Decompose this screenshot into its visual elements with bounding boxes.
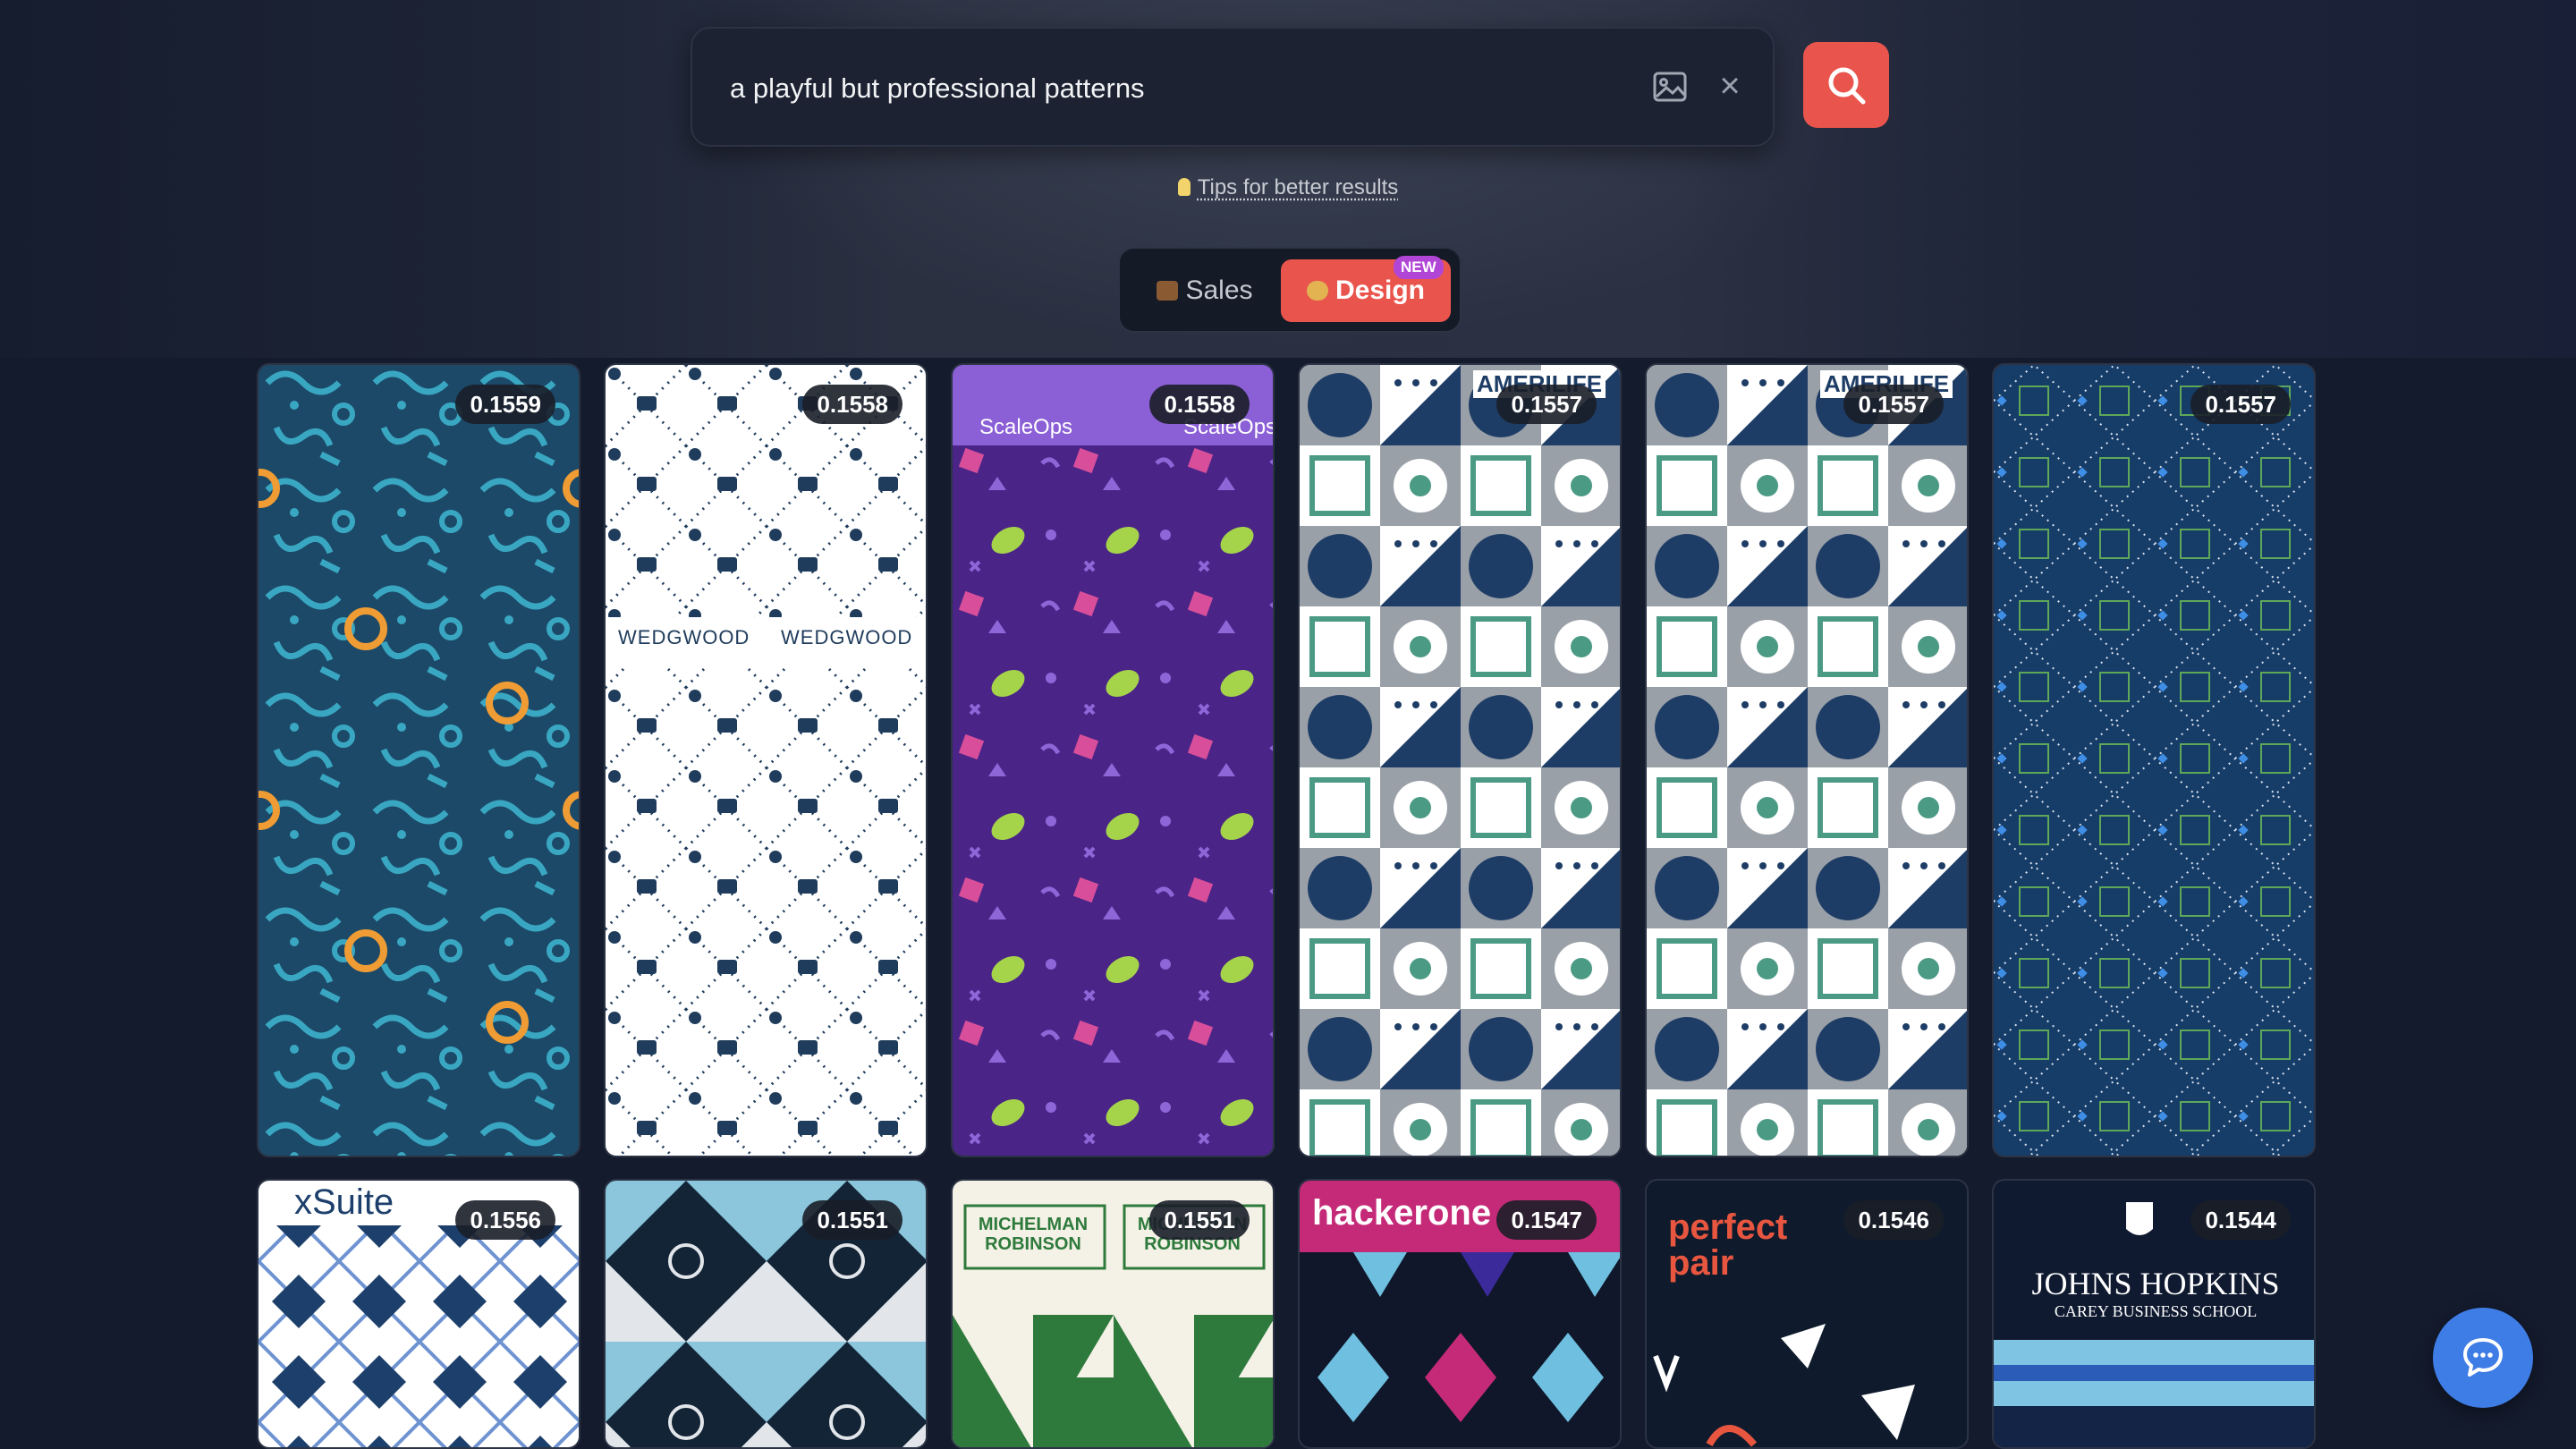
search-bar: × [691,27,1775,147]
search-button[interactable] [1803,42,1889,128]
similarity-score: 0.1557 [1843,385,1944,424]
similarity-score: 0.1558 [802,385,902,424]
brand-text: WEDGWOOD [618,626,750,648]
similarity-score: 0.1546 [1843,1200,1944,1240]
brand-subtext: CAREY BUSINESS SCHOOL [2054,1302,2258,1320]
tab-sales[interactable]: Sales [1138,259,1272,322]
search-input[interactable] [728,63,1590,114]
similarity-score: 0.1557 [1496,385,1597,424]
similarity-score: 0.1551 [1149,1200,1250,1240]
result-card[interactable]: xSuite 0.1556 [257,1179,580,1449]
result-card[interactable]: WEDGWOOD WEDGWOOD 0.1558 [604,363,928,1157]
pattern-icons-image [606,365,926,1156]
brand-text: ScaleOps [979,415,1073,439]
pattern-confetti-image [953,365,1273,1156]
result-card[interactable]: hackerone 0.1547 [1298,1179,1622,1449]
image-search-icon[interactable] [1651,68,1689,106]
new-badge: NEW [1394,256,1444,279]
similarity-score: 0.1547 [1496,1200,1597,1240]
pattern-geometric-image [1300,365,1620,1156]
brand-text: xSuite [294,1182,394,1222]
briefcase-icon [1157,281,1179,301]
tips-row: Tips for better results [0,175,2576,200]
similarity-score: 0.1557 [2190,385,2291,424]
result-card[interactable]: 0.1557 [1992,363,2316,1157]
pattern-geometric-image [1647,365,1967,1156]
clear-icon[interactable]: × [1712,68,1748,104]
brand-text: hackerone [1312,1193,1492,1233]
chat-bubble-icon [2463,1338,2503,1377]
result-card[interactable]: AMERILIFE 0.1557 [1298,363,1622,1157]
result-card[interactable]: JOHNS HOPKINS CAREY BUSINESS SCHOOL 0.15… [1992,1179,2316,1449]
similarity-score: 0.1544 [2190,1200,2291,1240]
tab-sales-label: Sales [1185,275,1253,305]
brand-text: MICHELMAN ROBINSON [978,1215,1089,1254]
similarity-score: 0.1556 [455,1200,555,1240]
pattern-monogram-image [1994,365,2314,1156]
brand-text: JOHNS HOPKINS [2031,1266,2280,1301]
lightbulb-icon [1177,178,1191,196]
result-card[interactable]: 0.1559 [257,363,580,1157]
result-card[interactable]: 0.1551 [604,1179,928,1449]
similarity-score: 0.1558 [1149,385,1250,424]
mode-toggle: Sales Design NEW [1118,247,1462,333]
magnifier-icon [1828,67,1866,105]
chat-button[interactable] [2433,1308,2533,1408]
result-card[interactable]: ScaleOps ScaleOps 0.1558 [951,363,1275,1157]
similarity-score: 0.1551 [802,1200,902,1240]
tips-link[interactable]: Tips for better results [1198,175,1399,199]
pattern-squiggle-image [258,365,579,1156]
palette-icon [1306,281,1328,301]
brand-text: perfect pair [1668,1208,1788,1283]
result-card[interactable]: AMERILIFE 0.1557 [1645,363,1969,1157]
tab-design-label: Design [1335,275,1426,305]
result-card[interactable]: MICHELMAN ROBINSON MICHELMAN ROBINSON 0.… [951,1179,1275,1449]
similarity-score: 0.1559 [455,385,555,424]
brand-text: WEDGWOOD [781,626,913,648]
result-card[interactable]: perfect pair 0.1546 [1645,1179,1969,1449]
